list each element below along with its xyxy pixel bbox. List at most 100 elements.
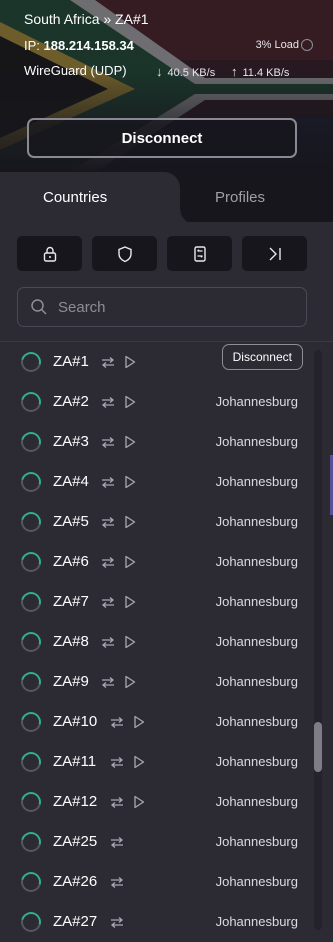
p2p-icon — [100, 594, 116, 610]
streaming-icon — [123, 554, 137, 570]
upload-speed-value: 11.4 KB/s — [242, 67, 290, 79]
server-name: ZA#12 — [53, 793, 98, 810]
p2p-icon — [109, 714, 125, 730]
server-name: ZA#8 — [53, 633, 89, 650]
streaming-icon — [123, 674, 137, 690]
search-input[interactable] — [58, 298, 278, 316]
server-row[interactable]: ZA#6 Johannesburg — [0, 542, 310, 582]
p2p-icon — [109, 754, 125, 770]
server-city: Johannesburg — [215, 594, 298, 609]
server-city: Johannesburg — [215, 554, 298, 569]
p2p-icon — [100, 434, 116, 450]
server-row[interactable]: ZA#9 Johannesburg — [0, 662, 310, 702]
streaming-icon — [123, 474, 137, 490]
search-icon — [31, 299, 47, 315]
p2p-icon — [100, 674, 116, 690]
tor-filter-button[interactable] — [242, 236, 307, 271]
server-load-ring-icon — [17, 868, 45, 896]
server-row[interactable]: ZA#12 Johannesburg — [0, 782, 310, 822]
server-city: Johannesburg — [215, 474, 298, 489]
server-city: Johannesburg — [215, 674, 298, 689]
server-name: ZA#4 — [53, 473, 89, 490]
arrow-up-icon: ↑ — [231, 64, 238, 79]
scrollbar-thumb[interactable] — [314, 722, 322, 772]
server-load-ring-icon — [17, 668, 45, 696]
p2p-icon — [193, 245, 206, 262]
ip-address: 188.214.158.34 — [43, 38, 134, 53]
server-load-ring-icon — [17, 708, 45, 736]
server-city: Johannesburg — [215, 714, 298, 729]
server-row[interactable]: ZA#7 Johannesburg — [0, 582, 310, 622]
server-load-ring-icon — [17, 548, 45, 576]
server-name: ZA#2 — [53, 393, 89, 410]
lock-icon — [43, 246, 56, 262]
download-speed: ↓ 40.5 KB/s — [156, 64, 215, 79]
streaming-icon — [132, 714, 146, 730]
server-row[interactable]: ZA#27 Johannesburg — [0, 902, 310, 942]
vpn-app-window: South Africa » ZA#1 IP: 188.214.158.34 3… — [0, 0, 333, 942]
server-load-ring-icon — [17, 828, 45, 856]
download-speed-value: 40.5 KB/s — [167, 67, 216, 79]
server-city: Johannesburg — [215, 914, 298, 929]
server-row[interactable]: ZA#2 Johannesburg — [0, 382, 310, 422]
server-name: ZA#1 — [53, 353, 89, 370]
streaming-icon — [123, 354, 137, 370]
streaming-icon — [123, 514, 137, 530]
server-load-ring-icon — [17, 508, 45, 536]
server-row[interactable]: ZA#25 Johannesburg — [0, 822, 310, 862]
scrollbar-track[interactable] — [314, 350, 322, 930]
p2p-icon — [100, 514, 116, 530]
streaming-icon — [123, 594, 137, 610]
tab-profiles[interactable]: Profiles — [215, 189, 265, 206]
connected-server-title: South Africa » ZA#1 — [24, 11, 149, 27]
disconnect-button[interactable]: Disconnect — [27, 118, 297, 158]
server-row[interactable]: ZA#4 Johannesburg — [0, 462, 310, 502]
server-load-ring-icon — [17, 588, 45, 616]
server-name: ZA#25 — [53, 833, 98, 850]
server-load-ring-icon — [17, 748, 45, 776]
server-list: ZA#1 Disconnect ZA#2 Johannesburg ZA#3 Johann… — [0, 342, 310, 942]
server-city: Johannesburg — [215, 634, 298, 649]
streaming-icon — [123, 434, 137, 450]
server-city: Johannesburg — [215, 434, 298, 449]
search-box[interactable] — [17, 287, 307, 327]
upload-speed: ↑ 11.4 KB/s — [231, 64, 289, 79]
server-name: ZA#26 — [53, 873, 98, 890]
server-name: ZA#27 — [53, 913, 98, 930]
server-row[interactable]: ZA#3 Johannesburg — [0, 422, 310, 462]
server-load-ring-icon — [17, 348, 45, 376]
streaming-icon — [123, 634, 137, 650]
p2p-icon — [100, 554, 116, 570]
p2p-icon — [109, 834, 125, 850]
streaming-icon — [132, 754, 146, 770]
secure-core-filter-button[interactable] — [17, 236, 82, 271]
server-load-ring-icon — [17, 468, 45, 496]
server-row[interactable]: ZA#26 Johannesburg — [0, 862, 310, 902]
server-load-ring-icon — [17, 388, 45, 416]
p2p-icon — [109, 914, 125, 930]
server-name: ZA#5 — [53, 513, 89, 530]
server-disconnect-button[interactable]: Disconnect — [221, 344, 303, 370]
load-indicator-icon — [301, 39, 313, 51]
server-load: 3% Load — [255, 39, 299, 51]
server-city: Johannesburg — [215, 394, 298, 409]
tab-countries-label[interactable]: Countries — [43, 189, 107, 206]
tunnel-icon — [269, 247, 281, 260]
server-name: ZA#7 — [53, 593, 89, 610]
p2p-icon — [100, 634, 116, 650]
ip-address-row: IP: 188.214.158.34 — [24, 38, 134, 53]
server-row[interactable]: ZA#10 Johannesburg — [0, 702, 310, 742]
server-city: Johannesburg — [215, 754, 298, 769]
netshield-filter-button[interactable] — [92, 236, 157, 271]
p2p-filter-button[interactable] — [167, 236, 232, 271]
server-city: Johannesburg — [215, 834, 298, 849]
server-row[interactable]: ZA#1 Disconnect — [0, 342, 310, 382]
protocol-label: WireGuard (UDP) — [24, 63, 127, 78]
server-row[interactable]: ZA#8 Johannesburg — [0, 622, 310, 662]
server-load-ring-icon — [17, 908, 45, 936]
server-name: ZA#9 — [53, 673, 89, 690]
server-row[interactable]: ZA#11 Johannesburg — [0, 742, 310, 782]
server-row[interactable]: ZA#5 Johannesburg — [0, 502, 310, 542]
streaming-icon — [132, 794, 146, 810]
shield-icon — [117, 245, 132, 262]
